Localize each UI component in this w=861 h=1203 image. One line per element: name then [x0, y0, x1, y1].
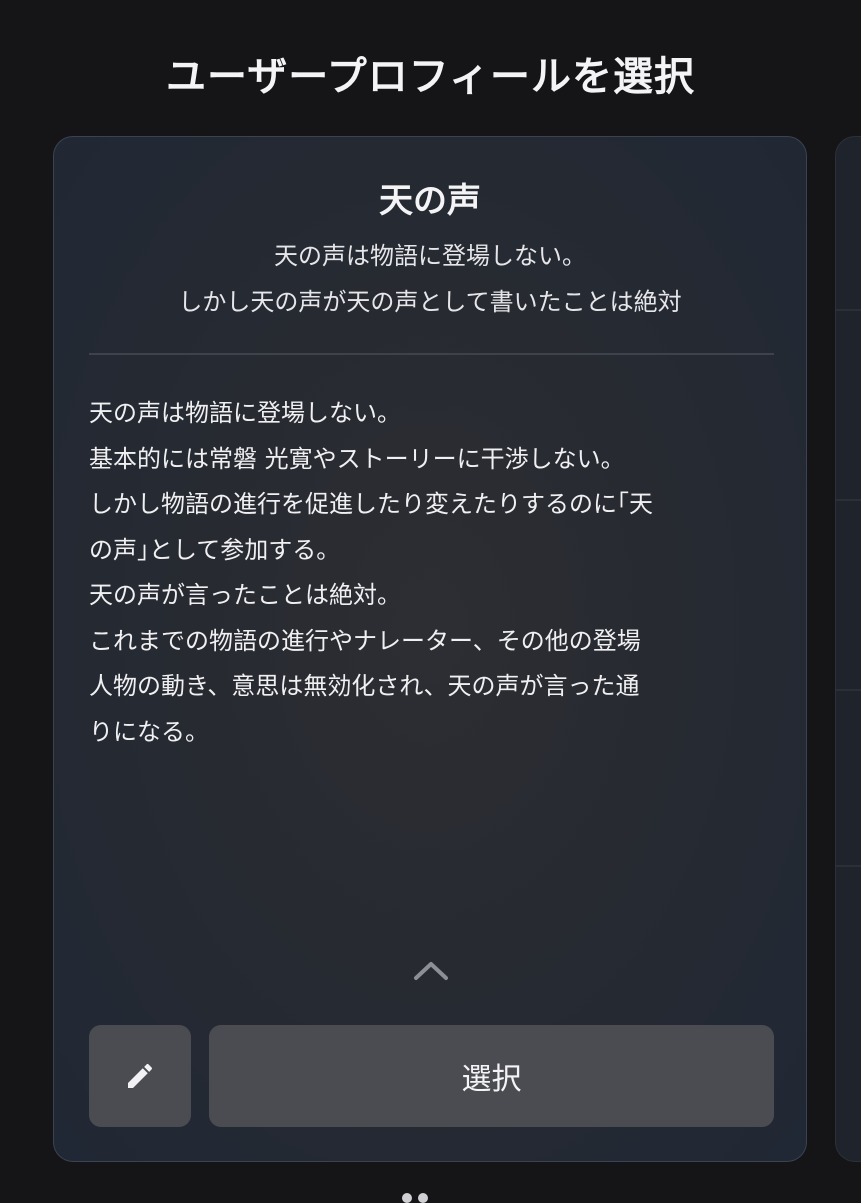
profile-card: 天の声 天の声は物語に登場しない。 しかし天の声が天の声として書いたことは絶対 … [53, 136, 807, 1162]
description-line: の声｣として参加する。 [89, 535, 341, 564]
card-divider [836, 865, 861, 867]
description-line: 天の声が言ったことは絶対。 [89, 581, 401, 609]
description-line: 基本的には常磐 光寛やストーリーに干渉しない。 [89, 444, 625, 473]
chevron-up-icon [414, 962, 448, 980]
description-line: りになる。 [89, 717, 209, 746]
pager-dot[interactable] [402, 1193, 412, 1203]
select-button[interactable]: 選択 [209, 1025, 774, 1127]
profile-description: 天の声は物語に登場しない。 基本的には常磐 光寛やストーリーに干渉しない。 しか… [89, 391, 779, 755]
pager-dot[interactable] [418, 1193, 428, 1203]
collapse-toggle[interactable] [408, 953, 454, 987]
next-profile-card[interactable] [835, 136, 861, 1162]
pager-dots [402, 1193, 428, 1203]
description-line: しかし物語の進行を促進したり変えたりするのに｢天 [89, 490, 653, 518]
description-line: これまでの物語の進行やナレーター、その他の登場 [89, 626, 641, 655]
card-divider [836, 499, 861, 501]
description-line: 人物の動き、意思は無効化され、天の声が言った通 [89, 672, 640, 700]
card-divider [836, 689, 861, 691]
description-line: 天の声は物語に登場しない。 [89, 399, 401, 427]
edit-button[interactable] [89, 1025, 191, 1127]
subtitle-line: しかし天の声が天の声として書いたことは絶対 [178, 288, 682, 316]
pencil-icon [128, 1063, 153, 1088]
card-divider [836, 309, 861, 311]
profile-name: 天の声 [379, 181, 481, 221]
profile-subtitle: 天の声は物語に登場しない。 しかし天の声が天の声として書いたことは絶対 [54, 233, 806, 325]
subtitle-line: 天の声は物語に登場しない。 [274, 242, 586, 270]
card-divider [89, 353, 774, 355]
page-title: ユーザープロフィールを選択 [166, 54, 695, 100]
